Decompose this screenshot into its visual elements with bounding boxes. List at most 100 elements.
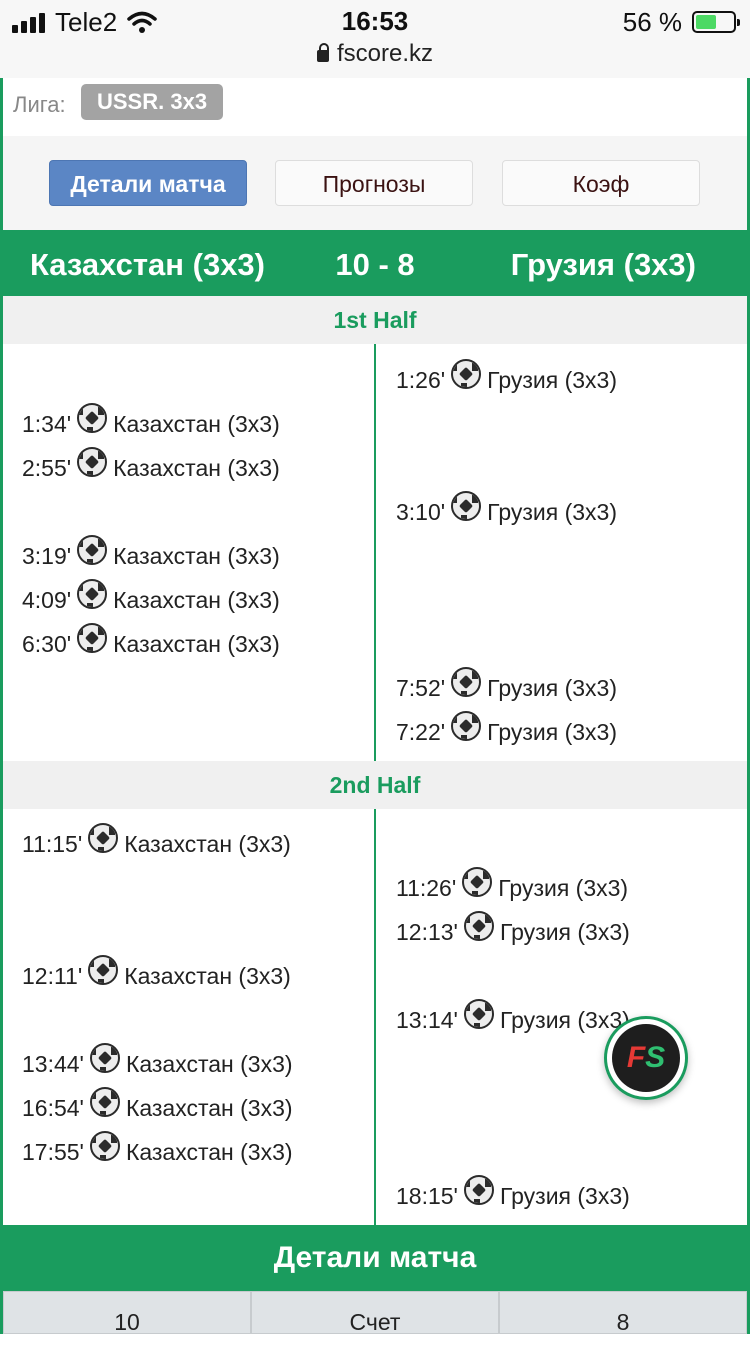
- goal-time: 6:30': [22, 631, 72, 657]
- tab-bar: Детали матча Прогнозы Коэф: [3, 136, 747, 230]
- lock-icon: [316, 43, 329, 62]
- goal-team: Грузия (3x3): [499, 1183, 630, 1209]
- goal-time: 12:13': [396, 919, 458, 945]
- half-header-1: 1st Half: [3, 296, 747, 344]
- logo-letter-f: F: [626, 1041, 646, 1074]
- half-divider-1: [374, 344, 376, 761]
- goal-time: 2:55': [22, 455, 72, 481]
- goal-team: Казахстан (3x3): [113, 587, 280, 613]
- goal-team: Казахстан (3x3): [124, 963, 291, 989]
- goal-time: 3:10': [396, 499, 446, 525]
- soccer-ball-icon: [77, 535, 108, 565]
- soccer-ball-icon: [463, 1175, 494, 1205]
- soccer-ball-icon: [451, 711, 482, 741]
- soccer-ball-icon: [463, 999, 494, 1029]
- away-goal-event: 18:15' Грузия (3x3): [396, 1175, 630, 1216]
- fscore-logo-button[interactable]: FS: [604, 1016, 688, 1100]
- stat-home-value: 10: [3, 1291, 251, 1335]
- league-badge[interactable]: USSR. 3x3: [81, 84, 224, 120]
- tab-predictions[interactable]: Прогнозы: [275, 160, 473, 206]
- goal-team: Казахстан (3x3): [124, 831, 291, 857]
- home-goal-event: 13:44' Казахстан (3x3): [22, 1043, 293, 1084]
- home-goal-event: 1:34' Казахстан (3x3): [22, 403, 280, 444]
- home-goal-event: 12:11' Казахстан (3x3): [22, 955, 291, 996]
- home-goal-event: 4:09' Казахстан (3x3): [22, 579, 280, 620]
- goal-team: Казахстан (3x3): [125, 1095, 293, 1121]
- score-header: Казахстан (3x3) 10 - 8 Грузия (3x3): [0, 230, 750, 296]
- goal-time: 12:11': [22, 963, 83, 989]
- stat-label: Счет: [251, 1291, 499, 1335]
- soccer-ball-icon: [89, 1131, 120, 1161]
- battery-percent: 56 %: [622, 6, 682, 37]
- goal-time: 1:26': [396, 367, 446, 393]
- home-goal-event: 11:15' Казахстан (3x3): [22, 823, 291, 864]
- goal-time: 13:14': [396, 1007, 458, 1033]
- stat-away-value: 8: [499, 1291, 747, 1335]
- soccer-ball-icon: [88, 955, 119, 985]
- fs-logo-icon: FS: [612, 1024, 680, 1092]
- goal-team: Казахстан (3x3): [125, 1139, 293, 1165]
- soccer-ball-icon: [451, 491, 482, 521]
- soccer-ball-icon: [451, 359, 482, 389]
- battery-icon: [692, 11, 740, 33]
- goal-time: 11:15': [22, 831, 83, 857]
- soccer-ball-icon: [462, 867, 493, 897]
- half-divider-2: [374, 809, 376, 1225]
- soccer-ball-icon: [89, 1043, 120, 1073]
- away-goal-event: 1:26' Грузия (3x3): [396, 359, 617, 400]
- tab-odds[interactable]: Коэф: [502, 160, 700, 206]
- goal-team: Казахстан (3x3): [125, 1051, 293, 1077]
- away-goal-event: 3:10' Грузия (3x3): [396, 491, 617, 532]
- goal-time: 11:26': [396, 875, 457, 901]
- goal-team: Казахстан (3x3): [113, 411, 280, 437]
- soccer-ball-icon: [463, 911, 494, 941]
- details-header: Детали матча: [0, 1225, 750, 1291]
- soccer-ball-icon: [77, 403, 108, 433]
- battery-fill: [696, 15, 717, 29]
- status-right: 56 %: [622, 6, 740, 38]
- half-header-2: 2nd Half: [3, 761, 747, 809]
- soccer-ball-icon: [77, 447, 108, 477]
- goal-time: 17:55': [22, 1139, 84, 1165]
- soccer-ball-icon: [77, 623, 108, 653]
- goal-time: 3:19': [22, 543, 72, 569]
- goal-time: 18:15': [396, 1183, 458, 1209]
- soccer-ball-icon: [89, 1087, 120, 1117]
- goal-time: 4:09': [22, 587, 72, 613]
- goal-team: Казахстан (3x3): [113, 455, 280, 481]
- goal-time: 16:54': [22, 1095, 84, 1121]
- stat-row-score: 10 Счет 8: [0, 1291, 750, 1335]
- url-text: fscore.kz: [336, 40, 434, 67]
- goal-team: Грузия (3x3): [487, 675, 617, 701]
- league-row: Лига: USSR. 3x3: [3, 78, 747, 136]
- status-bar: Tele2 16:53 56 % fscore.kz: [0, 0, 750, 78]
- away-goal-event: 7:22' Грузия (3x3): [396, 711, 617, 752]
- soccer-ball-icon: [88, 823, 119, 853]
- soccer-ball-icon: [451, 667, 482, 697]
- goal-team: Грузия (3x3): [487, 367, 617, 393]
- goal-team: Грузия (3x3): [487, 499, 617, 525]
- home-goal-event: 17:55' Казахстан (3x3): [22, 1131, 293, 1172]
- home-goal-event: 3:19' Казахстан (3x3): [22, 535, 280, 576]
- goal-team: Казахстан (3x3): [113, 543, 280, 569]
- url-bar[interactable]: fscore.kz: [0, 40, 750, 68]
- goal-time: 7:22': [396, 719, 446, 745]
- home-goal-event: 6:30' Казахстан (3x3): [22, 623, 280, 664]
- home-goal-event: 2:55' Казахстан (3x3): [22, 447, 280, 488]
- away-goal-event: 11:26' Грузия (3x3): [396, 867, 629, 908]
- goal-team: Казахстан (3x3): [113, 631, 280, 657]
- goal-team: Грузия (3x3): [498, 875, 629, 901]
- soccer-ball-icon: [77, 579, 108, 609]
- away-goal-event: 13:14' Грузия (3x3): [396, 999, 630, 1040]
- away-goal-event: 12:13' Грузия (3x3): [396, 911, 630, 952]
- goal-team: Грузия (3x3): [499, 919, 630, 945]
- home-goal-event: 16:54' Казахстан (3x3): [22, 1087, 293, 1128]
- goal-time: 1:34': [22, 411, 72, 437]
- tab-match-details[interactable]: Детали матча: [49, 160, 247, 206]
- goal-time: 7:52': [396, 675, 446, 701]
- goal-team: Грузия (3x3): [487, 719, 617, 745]
- goal-time: 13:44': [22, 1051, 84, 1077]
- away-goal-event: 7:52' Грузия (3x3): [396, 667, 617, 708]
- logo-letter-s: S: [645, 1041, 666, 1074]
- away-team: Грузия (3x3): [510, 247, 696, 282]
